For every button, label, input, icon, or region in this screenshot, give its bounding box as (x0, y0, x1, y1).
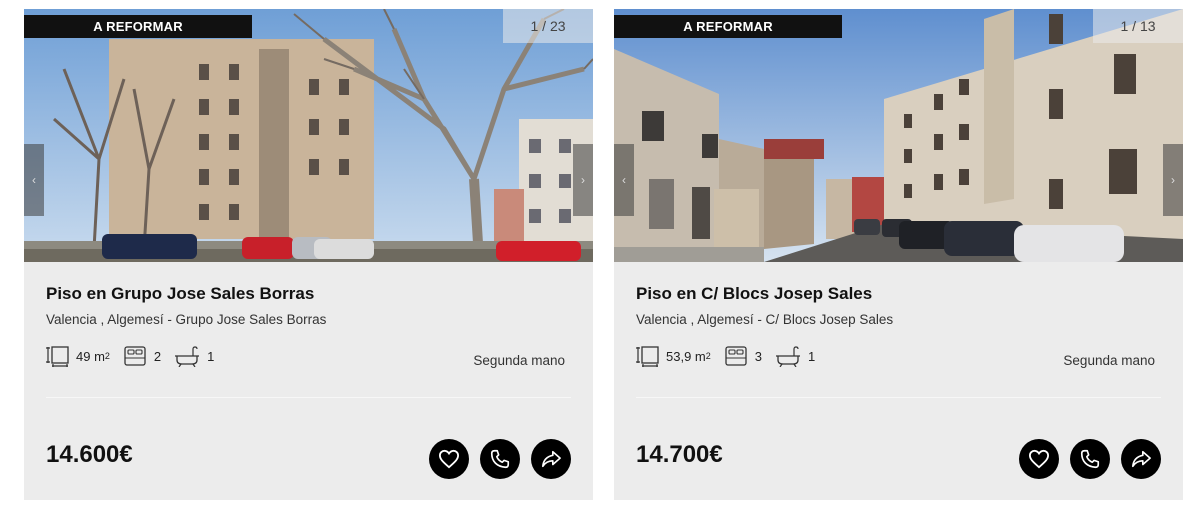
listing-features: 49 m2 2 1 (46, 343, 226, 369)
bathrooms-count: 1 (207, 348, 215, 364)
condition-label: Segunda mano (473, 353, 565, 368)
area-value: 49 m (76, 348, 105, 364)
listing-price: 14.700€ (636, 441, 723, 468)
heart-icon (438, 449, 460, 469)
chevron-right-icon[interactable]: › (573, 144, 593, 216)
area-value: 53,9 m (666, 348, 706, 364)
bathtub-icon (175, 346, 200, 367)
share-icon (1132, 450, 1151, 468)
chevron-left-icon[interactable]: ‹ (24, 144, 44, 216)
listing-card[interactable]: A REFORMAR 1 / 13 ‹ › Piso en C/ Blocs J… (614, 9, 1183, 500)
listing-title[interactable]: Piso en Grupo Jose Sales Borras (46, 284, 314, 304)
area-icon (46, 346, 69, 367)
listing-location: Valencia , Algemesí - C/ Blocs Josep Sal… (636, 312, 894, 327)
area-icon (636, 346, 659, 367)
status-badge: A REFORMAR (614, 15, 842, 38)
heart-icon (1028, 449, 1050, 469)
share-button[interactable] (531, 439, 571, 479)
phone-icon (490, 449, 510, 469)
chevron-right-icon[interactable]: › (1163, 144, 1183, 216)
listing-card[interactable]: A REFORMAR 1 / 23 ‹ › Piso en Grupo Jose… (24, 9, 593, 500)
bed-icon (725, 346, 747, 366)
call-button[interactable] (480, 439, 520, 479)
listing-photo[interactable]: A REFORMAR 1 / 23 ‹ › (24, 9, 593, 262)
photo-counter: 1 / 23 (503, 9, 593, 43)
area-unit-exponent: 2 (104, 351, 110, 361)
status-badge: A REFORMAR (24, 15, 252, 38)
area-feature: 53,9 m2 (636, 345, 711, 367)
listing-location: Valencia , Algemesí - Grupo Jose Sales B… (46, 312, 327, 327)
area-feature: 49 m2 (46, 345, 110, 367)
chevron-left-icon[interactable]: ‹ (614, 144, 634, 216)
listing-actions (1008, 439, 1161, 479)
bed-icon (124, 346, 146, 366)
favorite-button[interactable] (429, 439, 469, 479)
bedrooms-feature: 2 (122, 345, 161, 367)
condition-label: Segunda mano (1063, 353, 1155, 368)
bathrooms-count: 1 (808, 348, 816, 364)
area-unit-exponent: 2 (705, 351, 711, 361)
listing-features: 53,9 m2 3 1 (636, 343, 827, 369)
listing-photo[interactable]: A REFORMAR 1 / 13 ‹ › (614, 9, 1183, 262)
favorite-button[interactable] (1019, 439, 1059, 479)
bathrooms-feature: 1 (774, 345, 815, 367)
photo-counter: 1 / 13 (1093, 9, 1183, 43)
share-button[interactable] (1121, 439, 1161, 479)
property-photo-image (614, 9, 1183, 262)
divider (46, 397, 571, 398)
bathtub-icon (776, 346, 800, 367)
bedrooms-count: 3 (754, 348, 762, 364)
call-button[interactable] (1070, 439, 1110, 479)
property-photo-image (24, 9, 593, 262)
share-icon (542, 450, 561, 468)
divider (636, 397, 1161, 398)
listing-title[interactable]: Piso en C/ Blocs Josep Sales (636, 284, 872, 304)
phone-icon (1080, 449, 1100, 469)
bedrooms-feature: 3 (723, 345, 762, 367)
bathrooms-feature: 1 (173, 345, 214, 367)
listing-price: 14.600€ (46, 441, 133, 468)
listing-actions (418, 439, 571, 479)
bedrooms-count: 2 (153, 348, 162, 364)
